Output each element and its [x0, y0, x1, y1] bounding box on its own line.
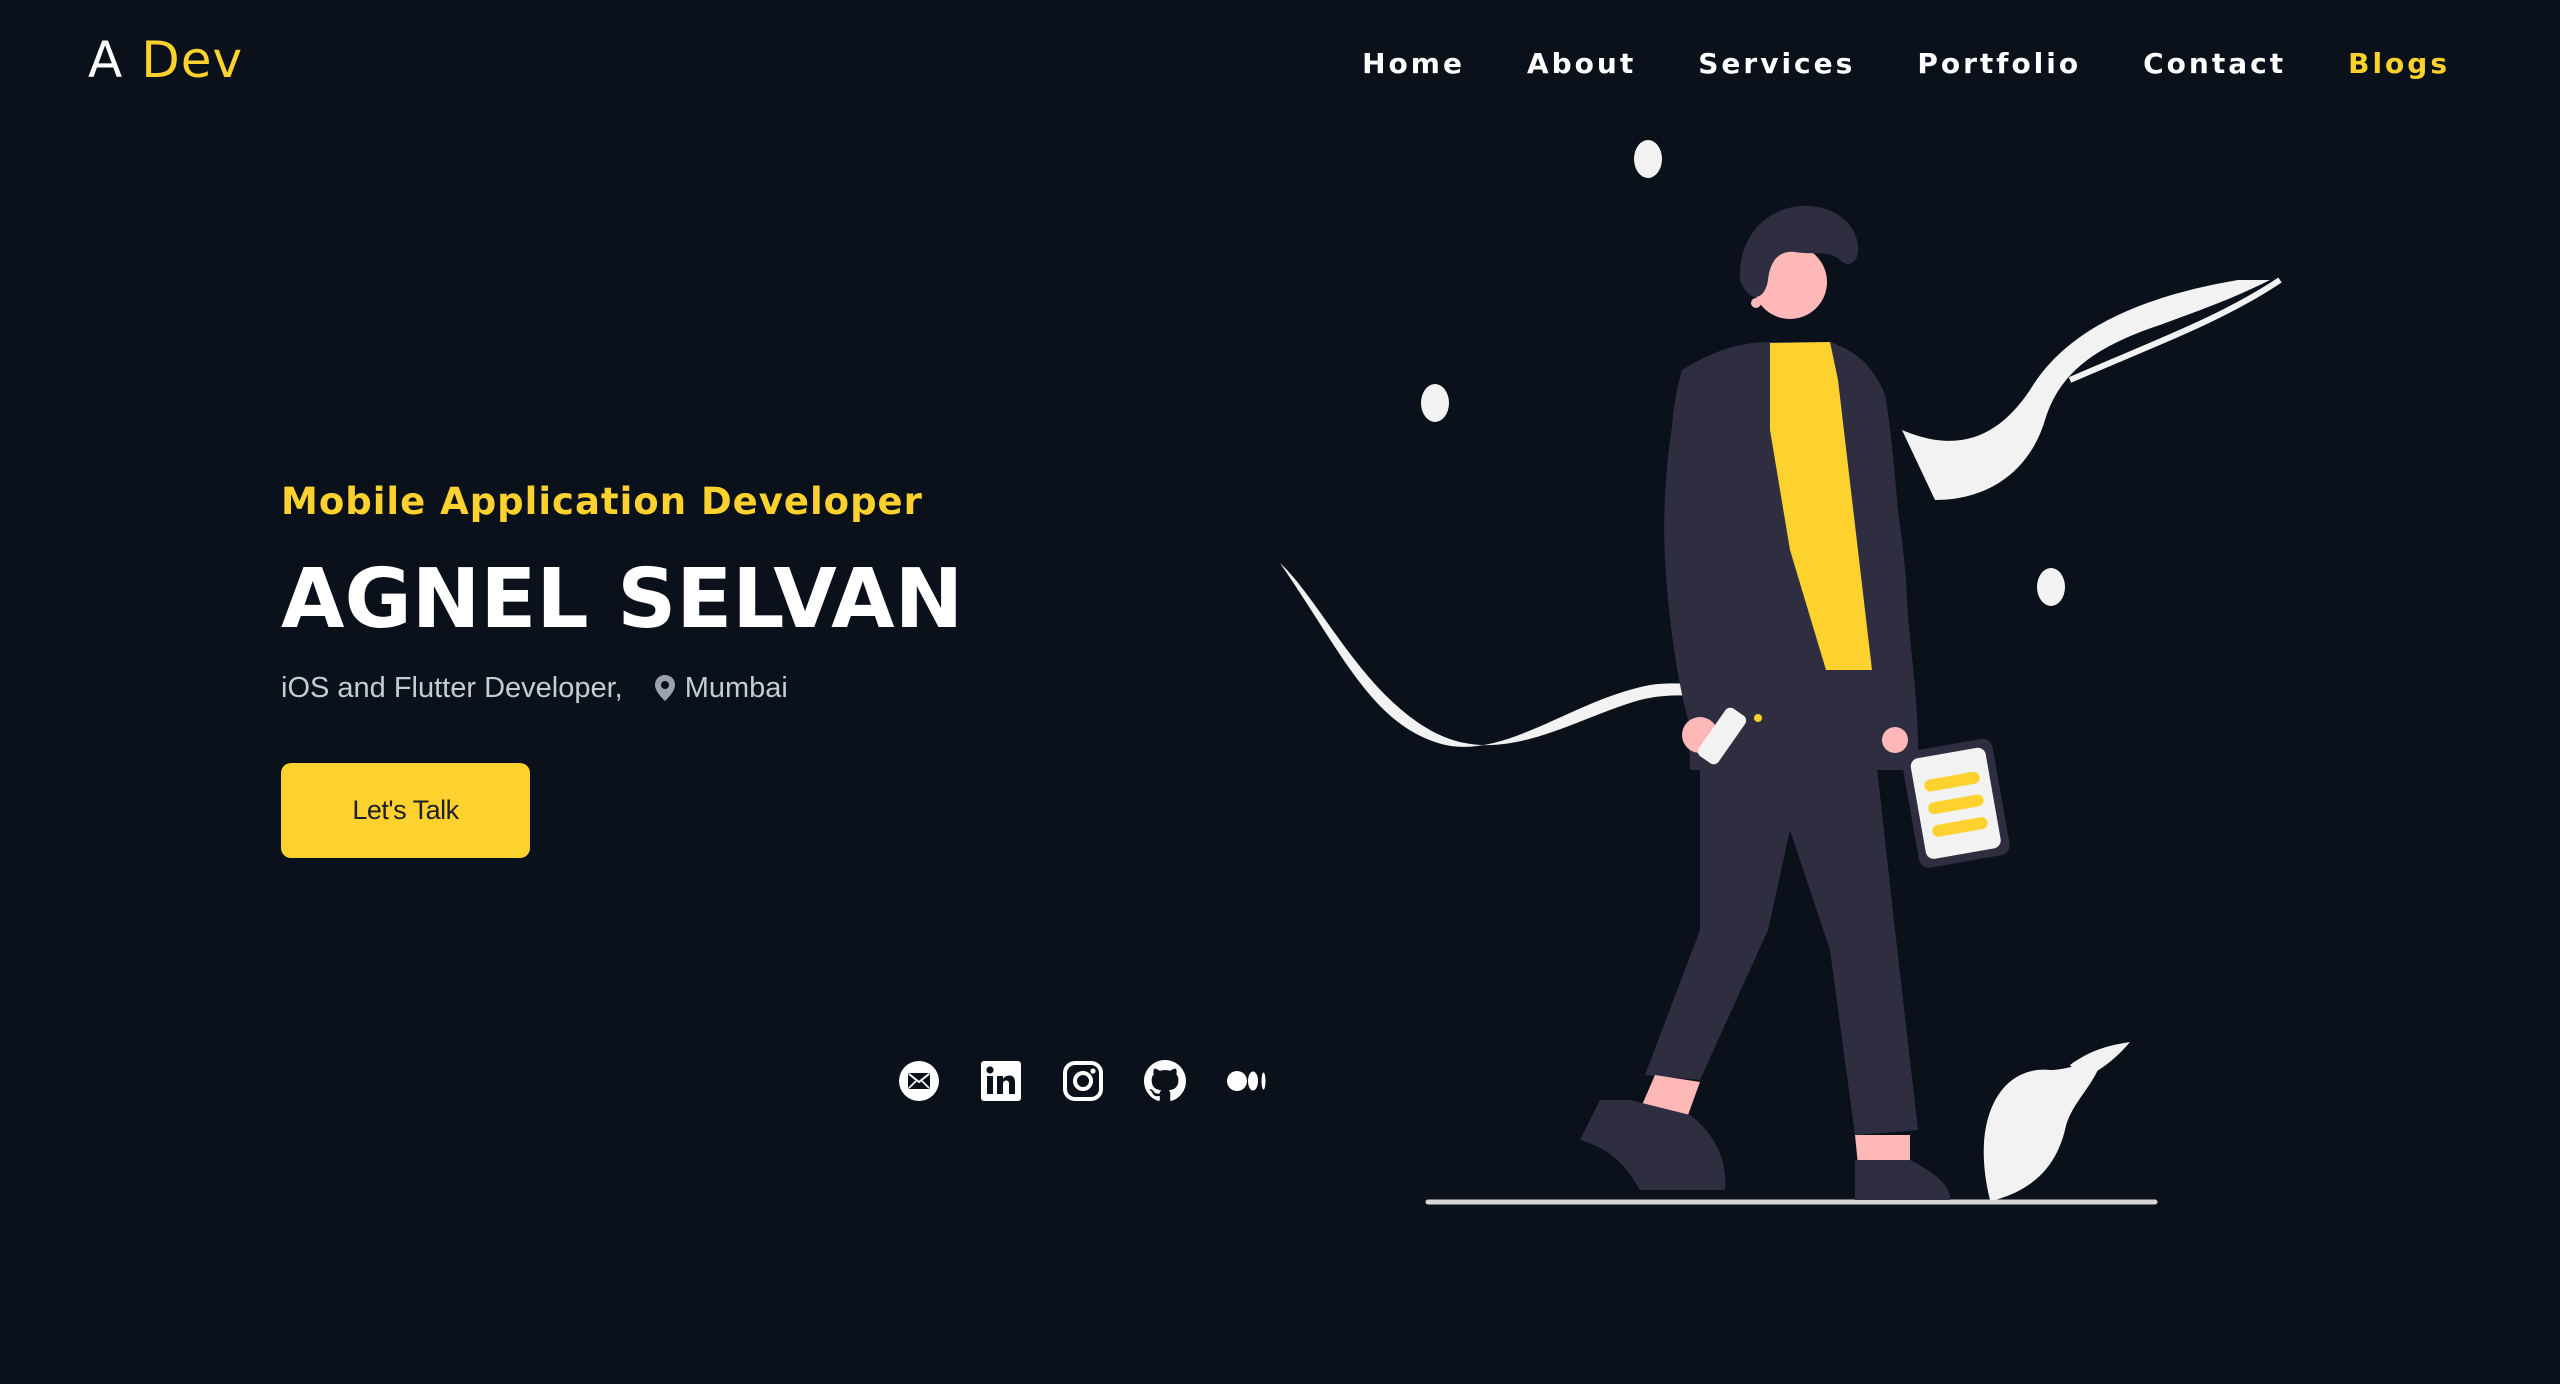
- floating-dot: [1634, 140, 1662, 178]
- wind-swoosh-right: [1902, 280, 2270, 500]
- email-icon[interactable]: [898, 1060, 940, 1102]
- logo-initial: A: [88, 31, 124, 89]
- hero-subtitle-text: iOS and Flutter Developer,: [281, 672, 623, 704]
- main-nav: Home About Services Portfolio Contact Bl…: [1362, 40, 2450, 88]
- hero-role: Mobile Application Developer: [281, 480, 923, 523]
- document-icon: [1901, 738, 2010, 868]
- hero-section: Mobile Application Developer AGNEL SELVA…: [281, 470, 1181, 858]
- figure-shoe-right: [1855, 1160, 1951, 1200]
- nav-link-about[interactable]: About: [1527, 40, 1636, 88]
- nav-link-contact[interactable]: Contact: [2143, 40, 2286, 88]
- floating-dot: [1421, 384, 1449, 422]
- instagram-icon[interactable]: [1062, 1060, 1104, 1102]
- social-links: [898, 1060, 1268, 1102]
- lets-talk-button[interactable]: Let's Talk: [281, 763, 530, 858]
- hero-location: Mumbai: [684, 672, 788, 704]
- github-icon[interactable]: [1144, 1060, 1186, 1102]
- location-pin-icon: [654, 675, 675, 701]
- hero-subtitle: iOS and Flutter Developer, Mumbai: [281, 668, 1181, 708]
- nav-link-home[interactable]: Home: [1362, 40, 1465, 88]
- site-logo[interactable]: A Dev: [88, 28, 243, 92]
- logo-word: Dev: [141, 31, 244, 89]
- figure-shoe-left: [1580, 1100, 1726, 1190]
- floating-dot: [2037, 568, 2065, 606]
- hero-illustration: [1280, 140, 2282, 1205]
- linkedin-icon[interactable]: [980, 1060, 1022, 1102]
- nav-link-services[interactable]: Services: [1698, 40, 1855, 88]
- medium-icon[interactable]: [1226, 1060, 1268, 1102]
- hero-name: AGNEL SELVAN: [281, 552, 964, 647]
- nav-link-portfolio[interactable]: Portfolio: [1917, 40, 2081, 88]
- figure-legs: [1645, 750, 1918, 1135]
- nav-link-blogs[interactable]: Blogs: [2348, 40, 2450, 88]
- leaf-plant: [1983, 1063, 2100, 1200]
